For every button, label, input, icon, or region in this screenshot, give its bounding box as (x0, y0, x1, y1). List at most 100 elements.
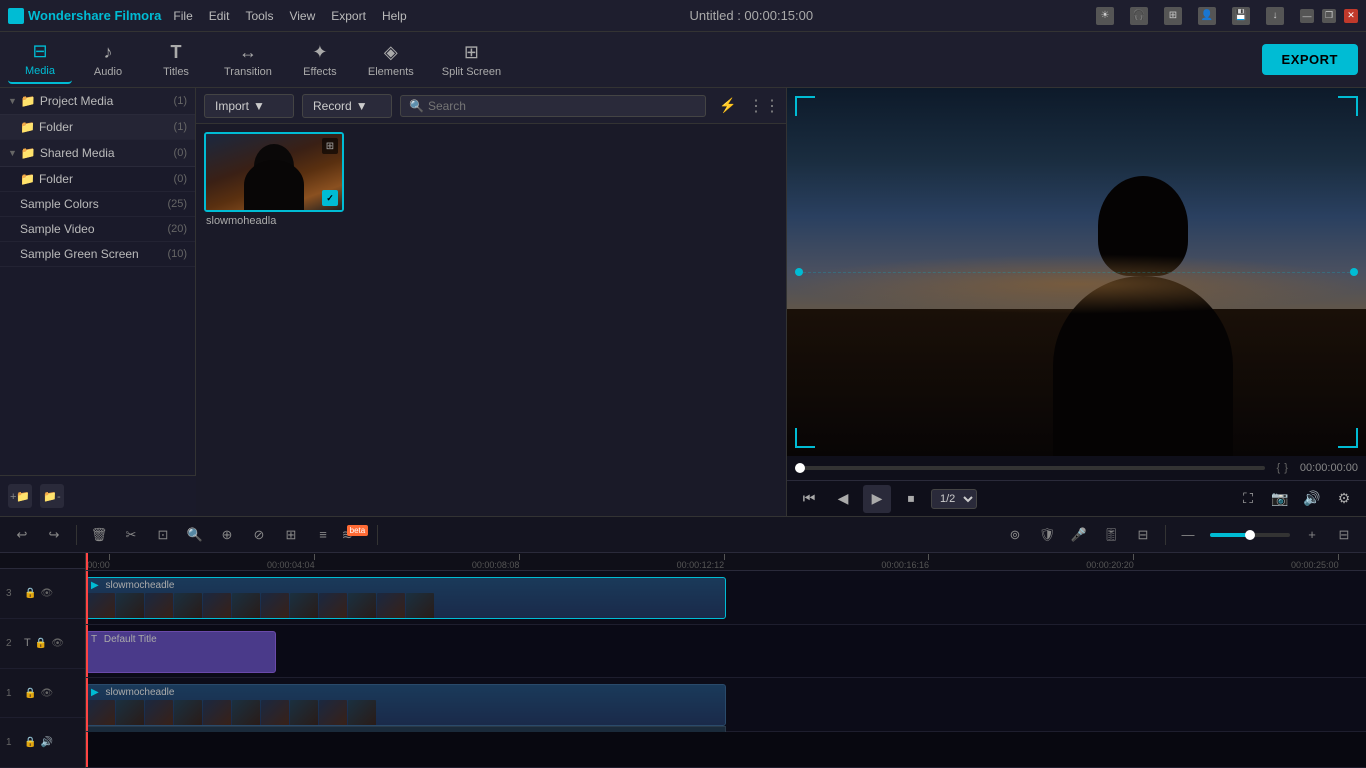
shared-media-header[interactable]: ▼ 📁 Shared Media (0) (0, 140, 195, 167)
menu-help[interactable]: Help (382, 9, 407, 23)
toolbar-elements[interactable]: ◈ Elements (356, 36, 426, 84)
ai-audio-button[interactable]: ≋beta (341, 521, 369, 549)
snapshot-icon[interactable]: 📷 (1266, 485, 1294, 513)
maximize-button[interactable]: ❒ (1322, 9, 1336, 23)
timeline-settings-button[interactable]: ⊟ (1330, 521, 1358, 549)
media-thumb-0[interactable]: ⊞ ✓ slowmoheadla (204, 132, 344, 227)
thumb-mini-10 (377, 593, 405, 619)
preview-handle-left[interactable] (795, 268, 803, 276)
subtitle-button[interactable]: ⊟ (1129, 521, 1157, 549)
toolbar-effects[interactable]: ✦ Effects (288, 36, 352, 84)
track-3-lock-icon[interactable]: 🔒 (24, 588, 36, 599)
zoom-in-timeline-button[interactable]: + (1298, 521, 1326, 549)
timeline-tracks: 00:00:00:00 00:00:04:04 00:00:08:08 00:0… (86, 553, 1366, 768)
more-options-button[interactable]: ⋮⋮ (750, 92, 778, 120)
frame-back-button[interactable]: ◀ (829, 485, 857, 513)
menu-export[interactable]: Export (331, 9, 366, 23)
toolbar-transition[interactable]: ↔ Transition (212, 36, 284, 84)
skip-back-button[interactable]: ⏮ (795, 485, 823, 513)
play-button[interactable]: ▶ (863, 485, 891, 513)
sample-video-item[interactable]: Sample Video (20) (0, 217, 195, 242)
toolbar-separator-2 (377, 525, 378, 545)
video-clip-track3[interactable]: ▶ slowmocheadle (86, 577, 726, 619)
toolbar-titles[interactable]: T Titles (144, 36, 208, 84)
zoom-in-button[interactable]: 🔍 (181, 521, 209, 549)
shared-media-arrow: ▼ (8, 148, 17, 158)
track-audio-lock-icon[interactable]: 🔒 (24, 737, 36, 748)
zoom-fill (1210, 533, 1250, 537)
snap-button[interactable]: ⊚ (1001, 521, 1029, 549)
stop-button[interactable]: ⏹ (897, 485, 925, 513)
menu-tools[interactable]: Tools (245, 9, 273, 23)
video-clip-track1[interactable]: ▶ slowmocheadle (86, 684, 726, 726)
sample-green-screen-item[interactable]: Sample Green Screen (10) (0, 242, 195, 267)
minimize-button[interactable]: — (1300, 9, 1314, 23)
fullscreen-icon[interactable]: ⛶ (1234, 485, 1262, 513)
account-icon[interactable]: 👤 (1198, 7, 1216, 25)
toolbar-splitscreen[interactable]: ⊞ Split Screen (430, 36, 513, 84)
shared-media-folder-icon: 📁 (21, 146, 36, 160)
toolbar-audio[interactable]: ♪ Audio (76, 36, 140, 84)
scrubber-track[interactable] (795, 466, 1265, 470)
shield-button[interactable]: 🛡 (1033, 521, 1061, 549)
undo-button[interactable]: ↩ (8, 521, 36, 549)
thumb-mini-11 (406, 593, 434, 619)
search-input[interactable] (428, 99, 697, 113)
settings-preview-icon[interactable]: ⚙ (1330, 485, 1358, 513)
sample-colors-item[interactable]: Sample Colors (25) (0, 192, 195, 217)
import-dropdown[interactable]: Import ▼ (204, 94, 294, 118)
menu-bar[interactable]: File Edit Tools View Export Help (173, 9, 406, 23)
puzzle-icon[interactable]: ⊞ (1164, 7, 1182, 25)
track-1-lock-icon[interactable]: 🔒 (24, 688, 36, 699)
menu-edit[interactable]: Edit (209, 9, 230, 23)
track-2-lock-icon[interactable]: 🔒 (35, 638, 47, 649)
thumb-mini-6 (261, 593, 289, 619)
record-dropdown[interactable]: Record ▼ (302, 94, 392, 118)
scrubber-thumb[interactable] (795, 463, 805, 473)
playback-quality-select[interactable]: 1/2 (931, 489, 977, 509)
redo-button[interactable]: ↪ (40, 521, 68, 549)
bracket-out-icon[interactable]: } (1284, 462, 1288, 474)
thumb-mini-3 (174, 593, 202, 619)
title-clip-track2[interactable]: T Default Title (86, 631, 276, 673)
project-media-folder-item[interactable]: 📁 Folder (1) (0, 115, 195, 140)
filter-button[interactable]: ⚡ (714, 92, 742, 120)
split-button[interactable]: ⊘ (245, 521, 273, 549)
mixer-button[interactable]: 🎚 (1097, 521, 1125, 549)
download-icon[interactable]: ↓ (1266, 7, 1284, 25)
shared-folder-item[interactable]: 📁 Folder (0) (0, 167, 195, 192)
headphones-icon[interactable]: 🎧 (1130, 7, 1148, 25)
close-button[interactable]: ✕ (1344, 9, 1358, 23)
remove-button[interactable]: 📁- (40, 484, 64, 508)
track-audio-vis-icon[interactable]: 🔊 (40, 737, 52, 748)
bracket-in-icon[interactable]: { (1277, 462, 1281, 474)
save-icon[interactable]: 💾 (1232, 7, 1250, 25)
audio-adjust-button[interactable]: ≡ (309, 521, 337, 549)
crop-button[interactable]: ⊡ (149, 521, 177, 549)
track-2-vis-icon[interactable]: 👁 (51, 638, 64, 649)
menu-view[interactable]: View (289, 9, 315, 23)
zoom-out-timeline-button[interactable]: — (1174, 521, 1202, 549)
project-media-header[interactable]: ▼ 📁 Project Media (1) (0, 88, 195, 115)
volume-icon[interactable]: 🔊 (1298, 485, 1326, 513)
zoom-slider[interactable] (1210, 533, 1290, 537)
add-folder-button[interactable]: +📁 (8, 484, 32, 508)
zoom-thumb[interactable] (1245, 530, 1255, 540)
preview-handle-right[interactable] (1350, 268, 1358, 276)
menu-file[interactable]: File (173, 9, 192, 23)
cut-button[interactable]: ✂ (117, 521, 145, 549)
toolbar-separator-3 (1165, 525, 1166, 545)
zoom-fit-button[interactable]: ⊞ (277, 521, 305, 549)
track-3-vis-icon[interactable]: 👁 (40, 588, 53, 599)
settings-icon[interactable]: ☀ (1096, 7, 1114, 25)
search-bar[interactable]: 🔍 (400, 95, 706, 117)
playhead[interactable] (86, 553, 88, 570)
toolbar-media[interactable]: ⊟ Media (8, 36, 72, 84)
delete-button[interactable]: 🗑 (85, 521, 113, 549)
mic-button[interactable]: 🎤 (1065, 521, 1093, 549)
ripple-button[interactable]: ⊕ (213, 521, 241, 549)
export-button[interactable]: EXPORT (1262, 44, 1358, 75)
window-controls[interactable]: — ❒ ✕ (1300, 9, 1358, 23)
track-1-vis-icon[interactable]: 👁 (40, 688, 53, 699)
clip-thumbnails-track3 (87, 593, 725, 619)
